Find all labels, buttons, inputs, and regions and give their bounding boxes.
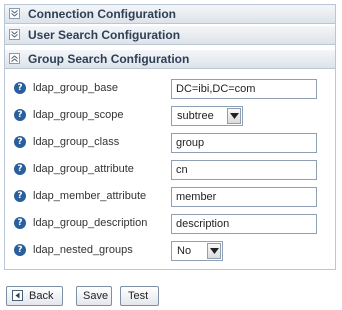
section-title: Group Search Configuration [28,52,190,66]
field-label: ldap_group_attribute [33,163,134,175]
ldap-group-base-input[interactable] [171,79,317,99]
field-label: ldap_group_class [33,136,120,148]
field-label: ldap_nested_groups [33,244,133,256]
ldap-group-class-input[interactable] [171,133,317,153]
save-button[interactable]: Save [76,286,112,306]
help-icon[interactable]: ? [14,136,26,148]
expand-toggle-icon[interactable] [9,29,20,40]
field-row-ldap-member-attribute: ? ldap_member_attribute [5,186,335,208]
test-button-label: Test [128,290,149,302]
field-row-ldap-group-attribute: ? ldap_group_attribute [5,159,335,181]
field-row-ldap-nested-groups: ? ldap_nested_groups No [5,240,335,262]
section-header-user-search[interactable]: User Search Configuration [5,26,335,45]
field-label: ldap_member_attribute [33,190,147,202]
field-row-ldap-group-base: ? ldap_group_base [5,78,335,100]
section-header-group-search[interactable]: Group Search Configuration [5,50,335,69]
select-value: No [177,245,192,257]
section-title: User Search Configuration [28,28,181,42]
select-value: subtree [177,110,214,122]
save-button-label: Save [83,290,109,302]
dropdown-arrow-icon[interactable] [227,108,241,124]
field-label: ldap_group_scope [33,109,124,121]
ldap-member-attribute-input[interactable] [171,187,317,207]
field-row-ldap-group-scope: ? ldap_group_scope subtree [5,105,335,127]
ldap-nested-groups-select[interactable]: No [171,241,223,261]
back-button[interactable]: Back [6,286,63,306]
back-arrow-icon [12,290,23,301]
dropdown-arrow-icon[interactable] [207,243,221,259]
back-button-label: Back [29,290,54,302]
help-icon[interactable]: ? [14,190,26,202]
section-header-connection[interactable]: Connection Configuration [5,5,335,24]
help-icon[interactable]: ? [14,217,26,229]
help-icon[interactable]: ? [14,109,26,121]
configuration-panel: Connection Configuration User Search Con… [4,4,336,270]
collapse-toggle-icon[interactable] [9,53,20,64]
field-row-ldap-group-description: ? ldap_group_description [5,213,335,235]
expand-toggle-icon[interactable] [9,8,20,19]
help-icon[interactable]: ? [14,163,26,175]
ldap-group-attribute-input[interactable] [171,160,317,180]
test-button[interactable]: Test [120,286,159,306]
field-label: ldap_group_description [33,217,148,229]
help-icon[interactable]: ? [14,244,26,256]
section-title: Connection Configuration [28,7,176,21]
ldap-group-scope-select[interactable]: subtree [171,106,243,126]
field-label: ldap_group_base [33,82,119,94]
field-row-ldap-group-class: ? ldap_group_class [5,132,335,154]
help-icon[interactable]: ? [14,82,26,94]
ldap-group-description-input[interactable] [171,214,317,234]
